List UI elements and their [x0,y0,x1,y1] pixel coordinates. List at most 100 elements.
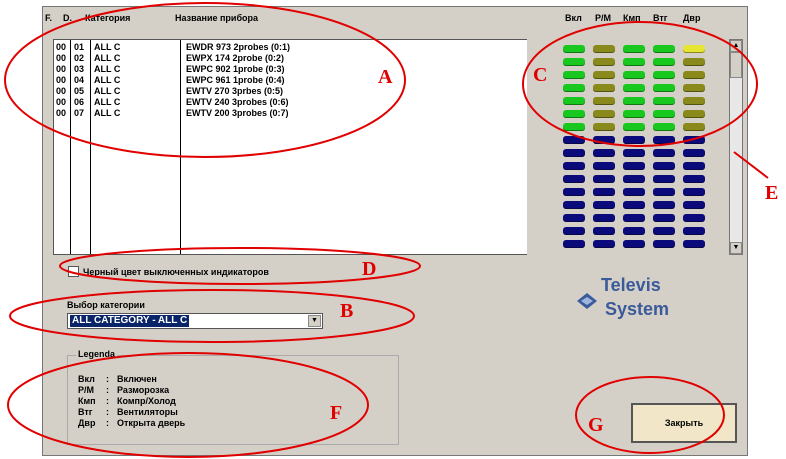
indicator-led-off [593,188,615,196]
indicator-led-on [683,84,705,92]
device-row[interactable]: 00 06 ALL C EWTV 240 3probes (0:6) [54,97,592,108]
col-header-f[interactable]: F. [45,13,52,23]
category-selected-value: ALL CATEGORY - ALL C [70,315,190,327]
device-row[interactable]: 00 07 ALL C EWTV 200 3probes (0:7) [54,108,592,119]
indicator-led-off [623,136,645,144]
annotation-label-d: D [362,258,377,280]
indicator-led-off [563,175,585,183]
indicator-led-on [593,71,615,79]
scroll-thumb[interactable] [730,52,742,78]
scroll-down-button[interactable]: ▼ [730,242,742,254]
device-cell: ALL C [94,86,121,96]
device-cell: 03 [74,64,85,74]
indicator-led-on [683,71,705,79]
device-cell: EWPC 961 1probe (0:4) [186,75,285,85]
indicator-panel [527,39,705,255]
indicator-led-on [653,58,675,66]
indicator-led-off [593,162,615,170]
indicator-led-off [593,175,615,183]
legend-key: Р/М [78,385,95,395]
device-cell: ALL C [94,97,121,107]
indicator-led-off [593,214,615,222]
device-cell: 00 [56,86,67,96]
indicator-led-off [623,227,645,235]
indicator-led-off [563,188,585,196]
legend-text: Разморозка [117,385,170,395]
indicator-led-off [563,240,585,248]
legend-item: Втг: Вентиляторы [78,407,178,417]
device-row[interactable]: 00 02 ALL C EWPX 174 2probe (0:2) [54,53,592,64]
indicator-led-on [623,58,645,66]
indicator-led-off [563,201,585,209]
device-cell: ALL C [94,64,121,74]
device-row[interactable]: 00 04 ALL C EWPC 961 1probe (0:4) [54,75,592,86]
legend-group: Legenda Вкл: Включен Р/М: Разморозка Кмп: Ком… [67,349,399,445]
indicator-led-on [593,123,615,131]
indicator-led-off [683,136,705,144]
indicator-led-on [563,97,585,105]
col-header-category[interactable]: Категория [85,13,130,23]
legend-separator: : [106,396,109,406]
indicator-led-off [593,227,615,235]
device-cell: EWPX 174 2probe (0:2) [186,53,285,63]
indicator-led-off [683,175,705,183]
device-cell: 00 [56,97,67,107]
device-cell: 00 [56,64,67,74]
indicator-led-off [593,136,615,144]
indicator-led-on [623,84,645,92]
category-select[interactable]: ALL CATEGORY - ALL C ▼ [67,313,323,329]
indicator-led-off [653,149,675,157]
device-cell: ALL C [94,42,121,52]
black-off-indicators-label: Черный цвет выключенных индикаторов [83,267,269,277]
legend-text: Вентиляторы [117,407,178,417]
indicator-led-off [563,227,585,235]
ind-header-on: Вкл [565,13,582,23]
indicator-led-off [683,188,705,196]
indicator-led-off [623,175,645,183]
chevron-down-icon[interactable]: ▼ [308,315,321,327]
ind-header-compressor: Кмп [623,13,641,23]
device-row[interactable]: 00 03 ALL C EWPC 902 1probe (0:3) [54,64,592,75]
device-cell: 06 [74,97,85,107]
indicator-led-on [653,71,675,79]
indicator-led-off [593,240,615,248]
indicator-led-off [653,214,675,222]
indicator-led-off [653,136,675,144]
indicator-led-on [653,97,675,105]
close-button[interactable]: Закрыть [631,403,737,443]
indicator-led-off [683,240,705,248]
indicator-led-off [683,214,705,222]
device-cell: 01 [74,42,85,52]
legend-text: Открыта дверь [117,418,186,428]
scroll-up-button[interactable]: ▲ [730,40,742,52]
device-list[interactable]: 00 01 ALL C EWDR 973 2probes (0:1) 00 02 ALL C… [53,39,593,255]
logo-emblem-icon [577,293,597,309]
indicator-led-off [653,201,675,209]
indicator-led-off [653,162,675,170]
indicator-led-on [653,110,675,118]
device-row[interactable]: 00 05 ALL C EWTV 270 3prbes (0:5) [54,86,592,97]
indicator-led-on [593,97,615,105]
legend-key: Вкл [78,374,95,384]
indicator-led-off [593,201,615,209]
list-scrollbar[interactable]: ▲ ▼ [729,39,743,255]
device-cell: 07 [74,108,85,118]
indicator-led-on [683,123,705,131]
device-row[interactable]: 00 01 ALL C EWDR 973 2probes (0:1) [54,42,592,53]
black-off-indicators-checkbox[interactable] [68,266,79,277]
indicator-led-off [683,162,705,170]
annotation-label-a: A [378,66,393,88]
indicator-led-off [683,201,705,209]
device-cell: 00 [56,53,67,63]
legend-item: Двр: Открыта дверь [78,418,185,428]
annotation-label-b: B [340,300,354,322]
col-header-d[interactable]: D. [63,13,72,23]
col-header-device-name[interactable]: Название прибора [175,13,258,23]
legend-separator: : [106,407,109,417]
legend-key: Кмп [78,396,96,406]
logo-text-1: Televis [601,275,661,295]
device-cell: EWTV 200 3probes (0:7) [186,108,289,118]
indicator-led-on [623,110,645,118]
device-cell: 00 [56,42,67,52]
indicator-led-off [683,149,705,157]
